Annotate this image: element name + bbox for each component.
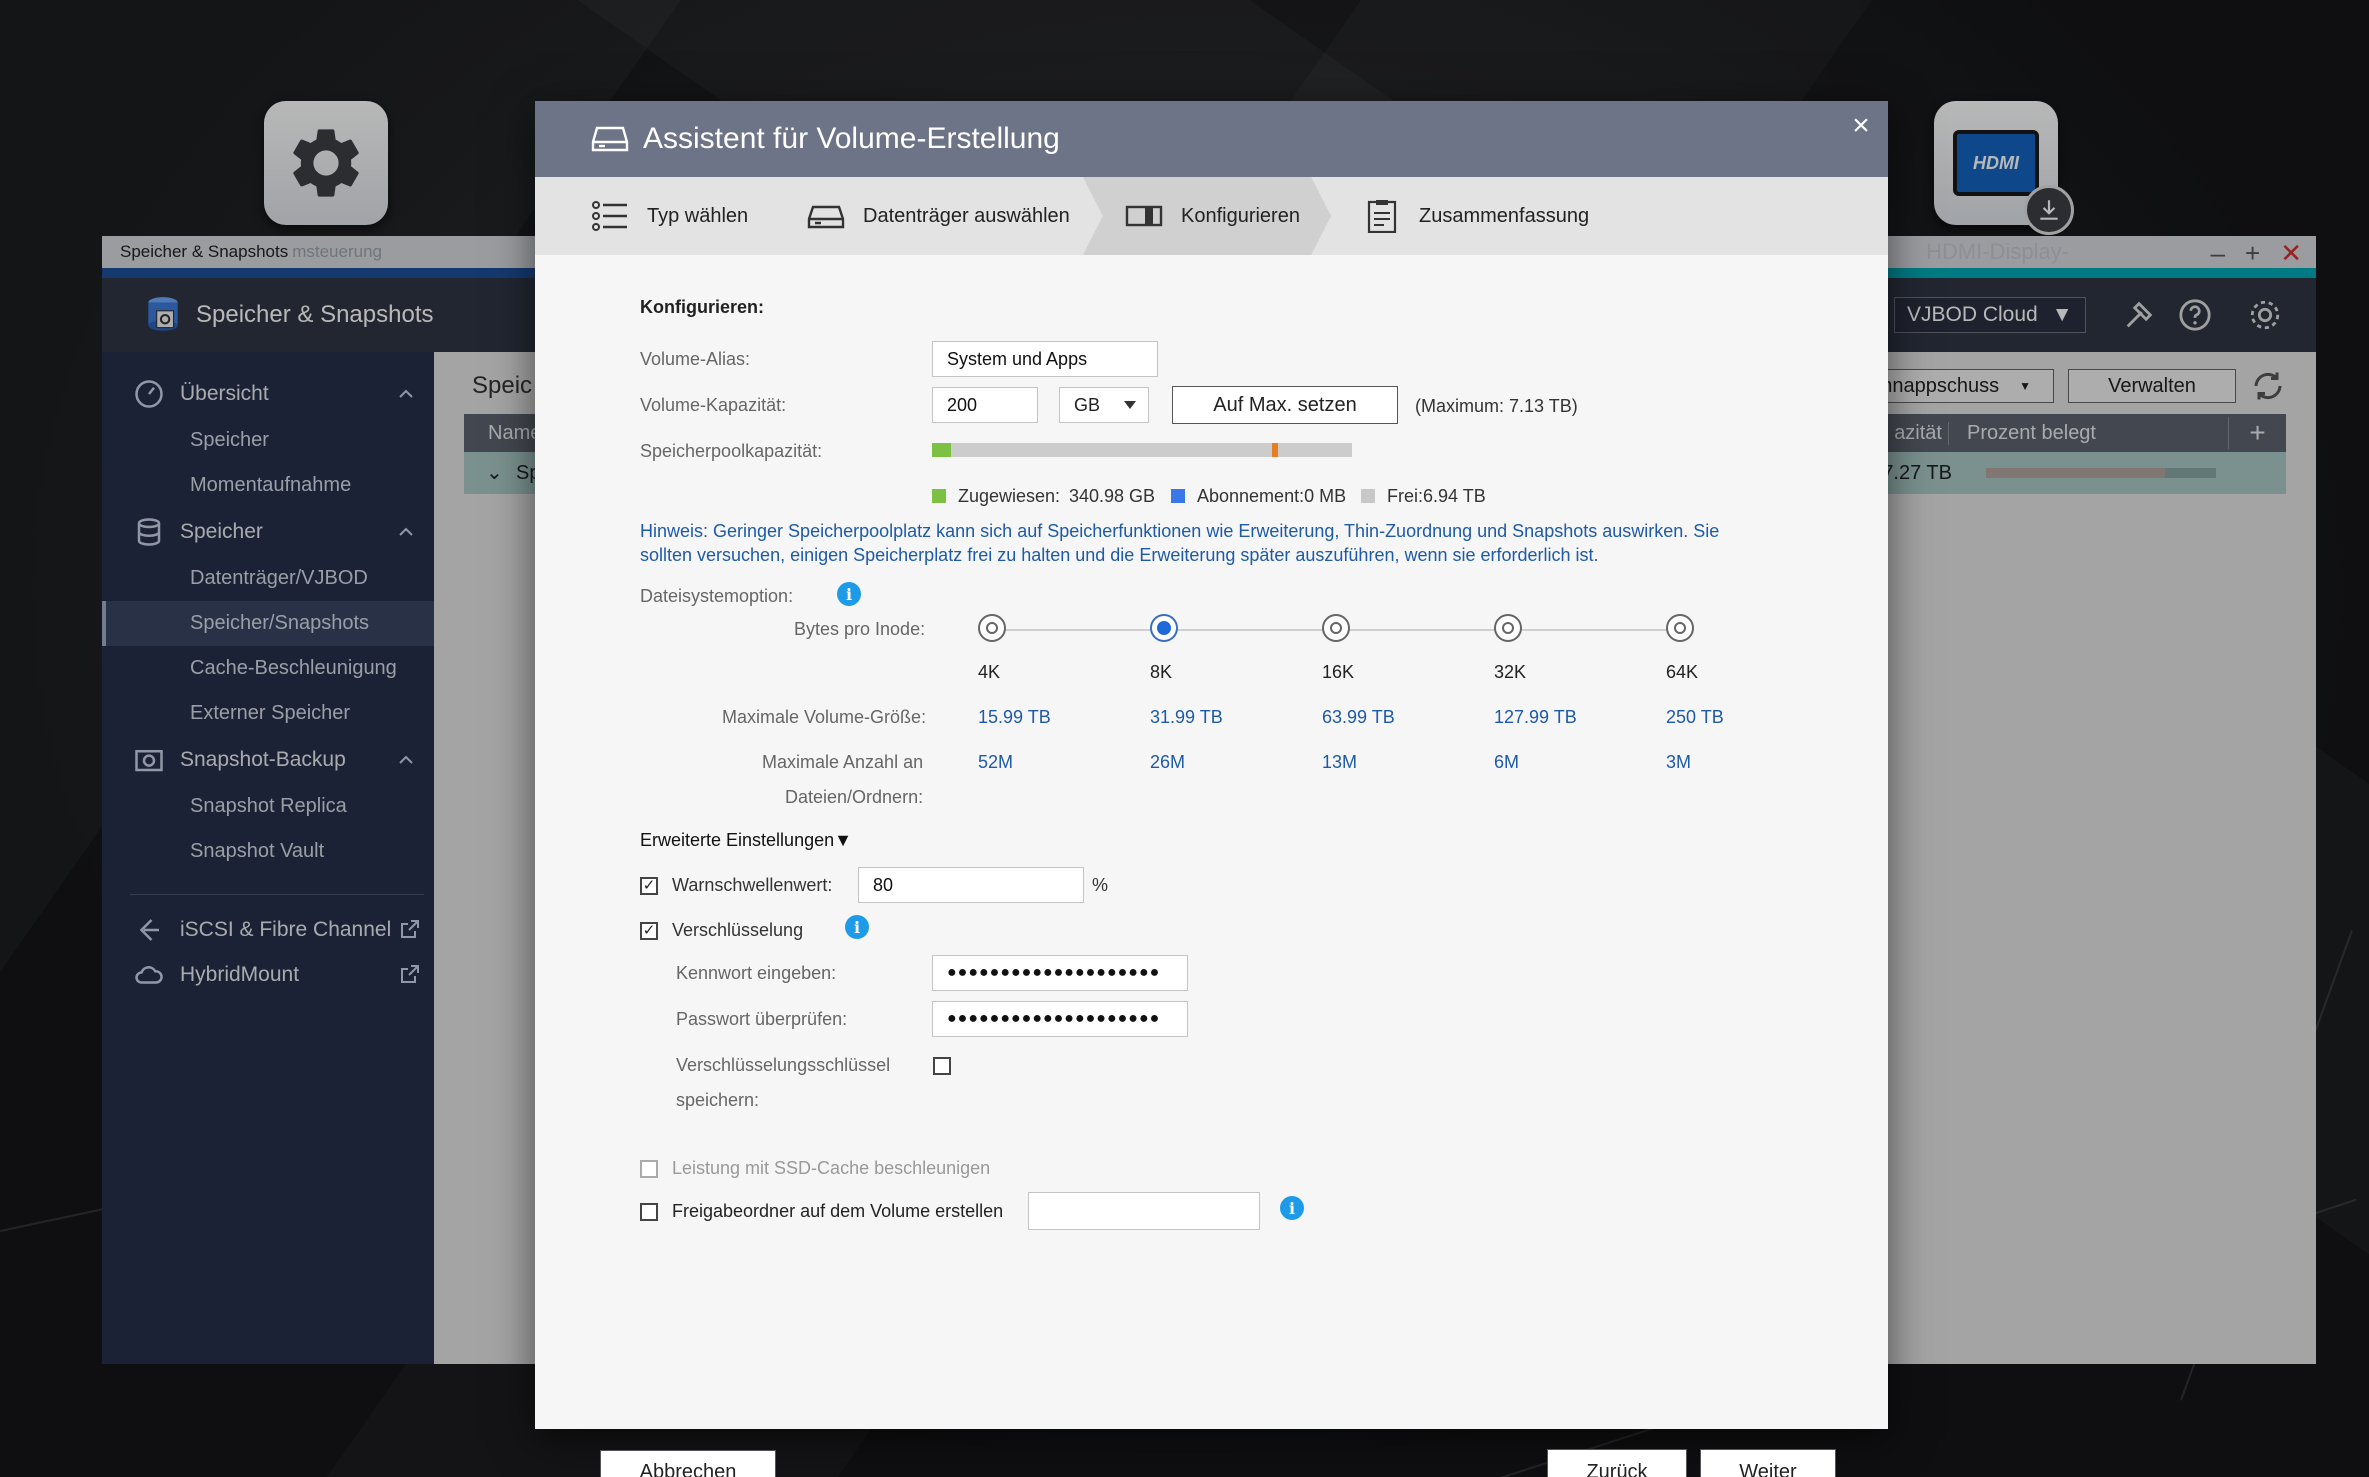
password-verify-input[interactable]: ●●●●●●●●●●●●●●●●●●●● [932,1001,1188,1037]
step-label: Zusammenfassung [1419,204,1590,227]
password-input[interactable]: ●●●●●●●●●●●●●●●●●●●● [932,955,1188,991]
legend-allocated-value: 340.98 GB [1069,486,1156,506]
set-max-button[interactable]: Auf Max. setzen [1172,386,1398,424]
capacity-input[interactable]: 200 [932,387,1038,423]
step-label: Typ wählen [647,204,749,227]
legend-allocated-label: Zugewiesen: [958,486,1061,506]
volume-creation-wizard: Assistent für Volume-Erstellung × Typ wä… [535,101,1888,1477]
bytes-per-inode-label: Bytes pro Inode: [794,619,926,639]
caret-down-icon [1124,401,1136,409]
cancel-button[interactable]: Abbrechen [600,1450,776,1477]
wizard-steps: Typ wählen Datenträger auswählen Konfigu… [535,177,1888,255]
step-label: Datenträger auswählen [863,204,1070,227]
ssd-cache-checkbox[interactable] [640,1160,658,1178]
inode-option-label: 4K [978,662,1001,682]
max-files-value: 52M [978,752,1014,772]
max-volume-value: 127.99 TB [1494,707,1577,727]
inode-option-label: 8K [1150,662,1173,682]
section-title: Konfigurieren: [640,297,764,317]
volume-alias-input[interactable]: System und Apps [932,341,1158,377]
max-files-value: 26M [1150,752,1186,772]
inode-radio-4k[interactable] [978,614,1006,642]
encryption-checkbox[interactable]: ✓ [640,922,658,940]
advanced-settings-toggle[interactable]: Erweiterte Einstellungen▼ [640,830,852,851]
shared-folder-label: Freigabeordner auf dem Volume erstellen [672,1201,1004,1221]
max-files-label: Maximale Anzahl an [762,752,924,772]
inode-option-label: 16K [1322,662,1355,682]
inode-radio-16k[interactable] [1322,614,1350,642]
inode-radio-32k[interactable] [1494,614,1522,642]
save-key-label-2: speichern: [676,1090,760,1110]
max-volume-value: 15.99 TB [978,707,1051,727]
alias-label: Volume-Alias: [640,349,751,369]
legend-subscription-swatch [1171,489,1185,503]
max-files-value: 13M [1322,752,1358,772]
hint-line-1: Hinweis: Geringer Speicherpoolplatz kann… [640,521,1720,541]
max-files-value: 6M [1494,752,1520,772]
disk-icon [807,205,845,229]
save-key-label: Verschlüsselungsschlüssel [676,1055,891,1075]
save-key-checkbox[interactable] [933,1057,951,1075]
legend-free-label: Frei:6.94 TB [1387,486,1486,506]
step-configure: Konfigurieren [1125,177,1300,255]
max-volume-value: 31.99 TB [1150,707,1223,727]
inode-option-label: 32K [1494,662,1527,682]
back-button[interactable]: Zurück [1547,1449,1687,1477]
inode-radio-64k[interactable] [1666,614,1694,642]
close-icon[interactable]: × [1846,111,1876,141]
clipboard-icon [1367,200,1397,233]
info-icon[interactable]: i [845,915,869,939]
info-icon[interactable]: i [837,582,861,606]
max-volume-value: 63.99 TB [1322,707,1395,727]
password-verify-label: Passwort überprüfen: [676,1009,848,1029]
pool-capacity-bar [932,443,1352,457]
step-summary: Zusammenfassung [1363,177,1589,255]
hint-line-2: sollten versuchen, einigen Speicherplatz… [640,545,1599,565]
dialog-title: Assistent für Volume-Erstellung [643,122,1060,155]
dialog-content: Konfigurieren: Volume-Alias: System und … [535,255,1888,1477]
unit-value: GB [1074,394,1101,415]
low-space-hint: Hinweis: Geringer Speicherpoolplatz kann… [640,519,1770,567]
pool-threshold-marker [1272,443,1279,457]
max-volume-label: Maximale Volume-Größe: [722,707,927,727]
legend-allocated-swatch [932,489,946,503]
password-label: Kennwort eingeben: [676,963,837,983]
pool-used-fill [932,443,951,457]
max-files-value: 3M [1666,752,1692,772]
max-volume-value: 250 TB [1666,707,1724,727]
legend-free-swatch [1361,489,1375,503]
inode-option-label: 64K [1666,662,1699,682]
step-select-type: Typ wählen [591,177,748,255]
encryption-label: Verschlüsselung [672,920,804,940]
dialog-header: Assistent für Volume-Erstellung × [535,101,1888,177]
warn-threshold-checkbox[interactable]: ✓ [640,877,658,895]
fs-option-label: Dateisystemoption: [640,586,794,606]
percent-unit: % [1092,875,1109,895]
list-icon [592,201,627,231]
max-files-label-2: Dateien/Ordnern: [785,787,924,807]
warn-threshold-label: Warnschwellenwert: [672,875,833,895]
legend-subscription-label: Abonnement:0 MB [1197,486,1347,506]
ssd-cache-label: Leistung mit SSD-Cache beschleunigen [672,1158,991,1178]
inode-radio-8k[interactable] [1150,614,1178,642]
capacity-label: Volume-Kapazität: [640,395,787,415]
max-capacity-text: (Maximum: 7.13 TB) [1415,396,1578,416]
info-icon[interactable]: i [1280,1196,1304,1220]
step-select-disks: Datenträger auswählen [807,177,1070,255]
warn-threshold-input[interactable]: 80 [858,867,1084,903]
next-button[interactable]: Weiter [1700,1449,1836,1477]
configure-icon [1125,205,1163,227]
drive-icon [591,126,629,152]
shared-folder-input[interactable] [1028,1192,1260,1230]
capacity-unit-select[interactable]: GB [1059,387,1149,423]
shared-folder-checkbox[interactable] [640,1203,658,1221]
step-label: Konfigurieren [1181,204,1300,227]
pool-capacity-label: Speicherpoolkapazität: [640,441,823,461]
